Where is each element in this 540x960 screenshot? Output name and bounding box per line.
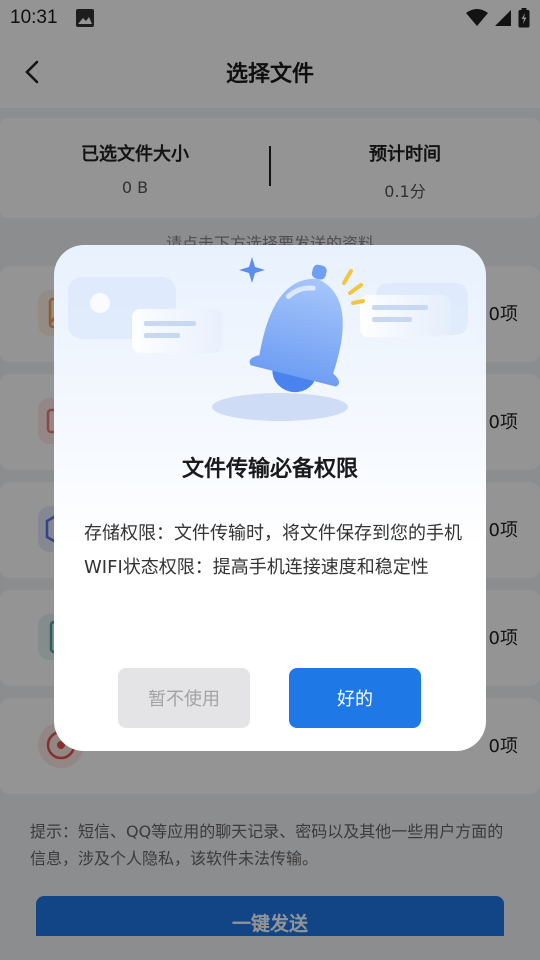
storage-permission-text: 存储权限：文件传输时，将文件保存到您的手机 [84, 523, 462, 544]
bell-illustration [68, 257, 468, 421]
permission-dialog: 文件传输必备权限 存储权限：文件传输时，将文件保存到您的手机 WIFI状态权限：… [54, 245, 486, 751]
wifi-permission-text: WIFI状态权限：提高手机连接速度和稳定性 [84, 557, 429, 578]
accept-button[interactable]: 好的 [289, 668, 421, 728]
dialog-title: 文件传输必备权限 [181, 457, 358, 482]
decline-button[interactable]: 暂不使用 [118, 668, 250, 728]
dialog-body: 存储权限：文件传输时，将文件保存到您的手机 WIFI状态权限：提高手机连接速度和… [84, 517, 464, 585]
